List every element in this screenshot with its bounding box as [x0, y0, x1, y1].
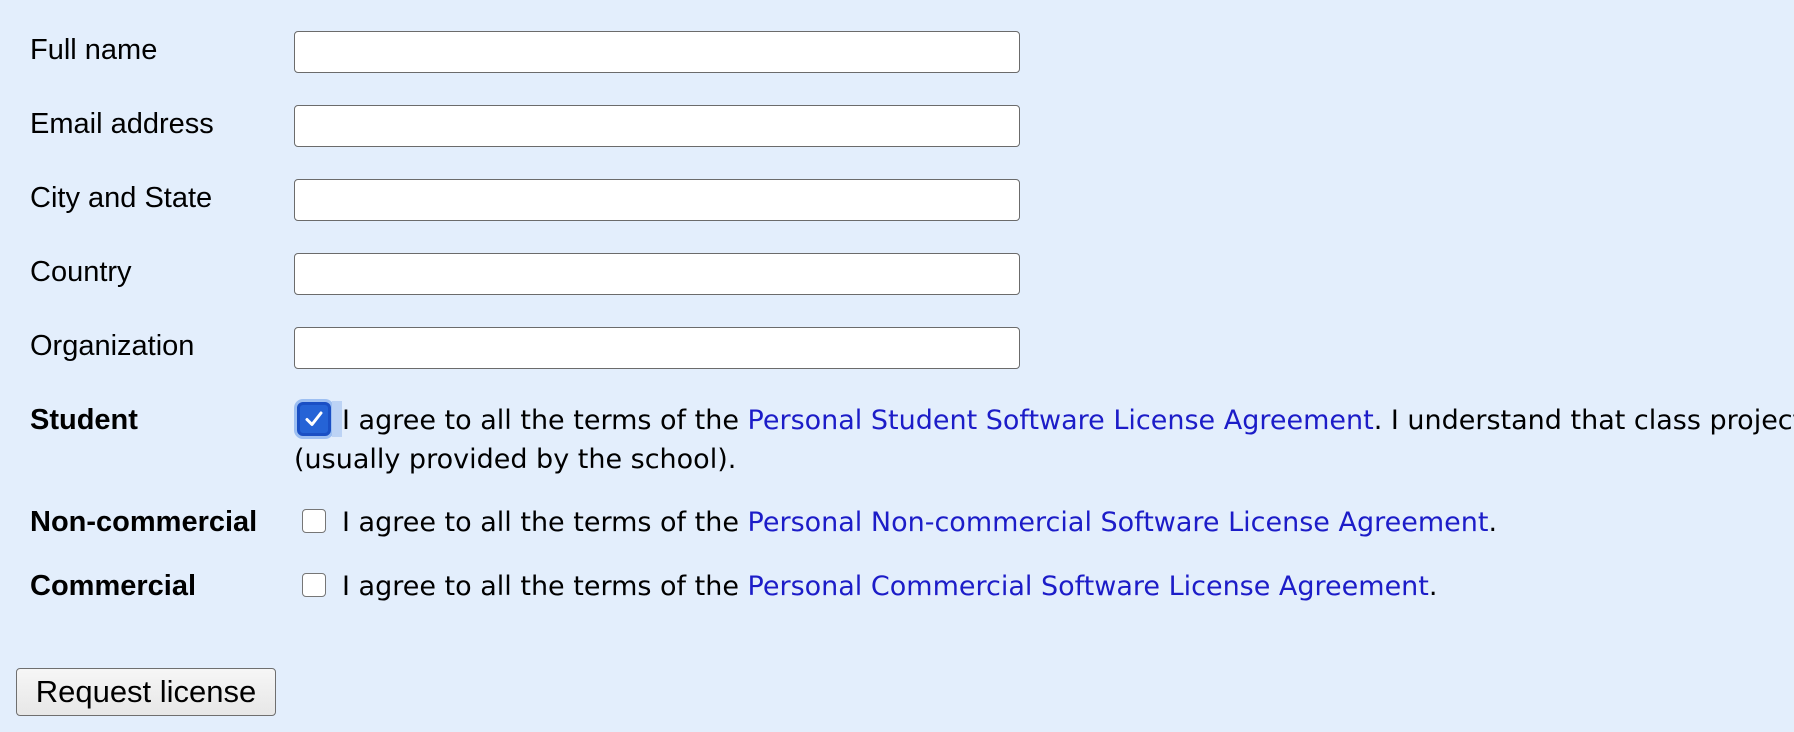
organization-input[interactable]	[294, 327, 1020, 369]
checkmark-icon	[305, 411, 323, 426]
noncommercial-label: Non-commercial	[30, 506, 258, 538]
commercial-license-link[interactable]: Personal Commercial Software License Agr…	[748, 571, 1429, 602]
full-name-input[interactable]	[294, 31, 1020, 73]
full-name-label: Full name	[30, 34, 158, 66]
checkbox-focus-ring	[332, 401, 342, 437]
country-input[interactable]	[294, 253, 1020, 295]
noncommercial-license-link[interactable]: Personal Non-commercial Software License…	[748, 507, 1489, 538]
student-label: Student	[30, 404, 138, 436]
student-agree-continuation: (usually provided by the school).	[294, 444, 737, 475]
city-state-input[interactable]	[294, 179, 1020, 221]
request-license-button[interactable]: Request license	[16, 668, 276, 716]
noncommercial-agree-checkbox[interactable]	[302, 509, 326, 533]
student-agree-prefix: I agree to all the terms of the	[342, 405, 748, 436]
student-agree-text: I agree to all the terms of the Personal…	[342, 402, 1794, 440]
commercial-label: Commercial	[30, 570, 197, 602]
commercial-agree-text: I agree to all the terms of the Personal…	[342, 568, 1437, 606]
email-label: Email address	[30, 108, 214, 140]
commercial-agree-checkbox[interactable]	[302, 573, 326, 597]
noncommercial-agree-text: I agree to all the terms of the Personal…	[342, 504, 1497, 542]
email-input[interactable]	[294, 105, 1020, 147]
student-agree-checkbox[interactable]	[297, 402, 331, 436]
organization-label: Organization	[30, 330, 195, 362]
city-state-label: City and State	[30, 182, 213, 214]
noncommercial-agree-suffix: .	[1488, 507, 1498, 538]
noncommercial-agree-prefix: I agree to all the terms of the	[342, 507, 748, 538]
country-label: Country	[30, 256, 132, 288]
student-agree-suffix: . I understand that class projects	[1373, 405, 1794, 436]
commercial-agree-suffix: .	[1428, 571, 1438, 602]
commercial-agree-prefix: I agree to all the terms of the	[342, 571, 748, 602]
student-license-link[interactable]: Personal Student Software License Agreem…	[748, 405, 1374, 436]
